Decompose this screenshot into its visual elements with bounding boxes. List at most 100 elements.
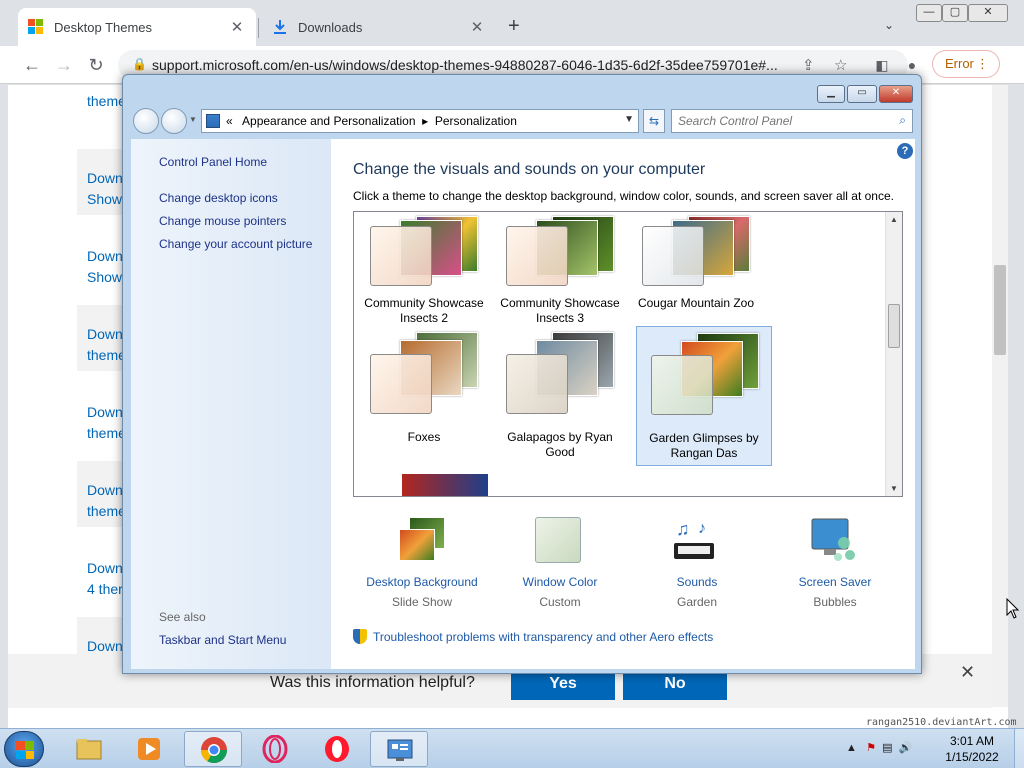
taskbar-media-player[interactable] [120, 731, 178, 767]
new-tab-button[interactable]: + [508, 16, 520, 36]
forward-icon[interactable]: → [52, 54, 76, 76]
page-link[interactable]: Show [87, 267, 122, 288]
troubleshoot-text: Troubleshoot problems with transparency … [373, 630, 714, 644]
watermark-text: rangan2510.deviantArt.com [866, 717, 1017, 728]
sounds-option[interactable]: ♫ ♪ Sounds Garden [632, 515, 762, 611]
back-button[interactable] [133, 108, 159, 134]
page-link[interactable]: theme [87, 91, 126, 112]
theme-partial-preview [402, 474, 488, 496]
close-tab-icon[interactable]: ✕ [228, 18, 246, 36]
address-bar[interactable]: « Appearance and Personalization ▸ Perso… [201, 109, 639, 133]
theme-preview [370, 212, 490, 286]
page-link[interactable]: Down [87, 558, 123, 579]
clock[interactable]: 3:01 AM 1/15/2022 [932, 733, 1012, 765]
page-link[interactable]: 4 ther [87, 579, 123, 600]
close-icon[interactable]: ✕ [960, 662, 975, 683]
search-box[interactable]: ⌕ [671, 109, 913, 133]
breadcrumb-personalization[interactable]: Personalization [435, 114, 517, 128]
scroll-down-icon[interactable]: ▼ [886, 484, 902, 493]
page-link[interactable]: Show [87, 189, 122, 210]
taskbar-opera-gx[interactable] [246, 731, 304, 767]
search-input[interactable] [678, 114, 888, 128]
page-link[interactable]: Down [87, 246, 123, 267]
breadcrumb: « Appearance and Personalization ▸ Perso… [226, 114, 517, 128]
tab-downloads[interactable]: Downloads ✕ [262, 8, 496, 46]
lock-icon: 🔒 [132, 57, 147, 71]
taskbar-explorer[interactable] [60, 731, 118, 767]
theme-preview [506, 212, 626, 286]
change-desktop-icons-link[interactable]: Change desktop icons [159, 191, 278, 205]
maximize-button[interactable]: ▢ [942, 4, 968, 22]
forward-button[interactable] [161, 108, 187, 134]
left-task-pane: Control Panel Home Change desktop icons … [131, 139, 331, 669]
recent-pages-icon[interactable]: ▼ [189, 115, 197, 124]
volume-icon[interactable]: 🔊 [899, 742, 913, 754]
theme-community-showcase-insects-2[interactable]: Community Showcase Insects 2 [356, 212, 492, 325]
opera-icon [323, 735, 351, 763]
change-account-picture-link[interactable]: Change your account picture [159, 237, 312, 251]
bookmark-star-icon[interactable]: ☆ [834, 56, 847, 74]
close-tab-icon[interactable]: ✕ [468, 18, 486, 36]
page-link[interactable]: Down [87, 168, 123, 189]
show-desktop-button[interactable] [1014, 729, 1024, 768]
page-link[interactable]: theme [87, 423, 126, 444]
start-button[interactable] [4, 731, 44, 767]
window-color-option[interactable]: Window Color Custom [495, 515, 625, 611]
window-color-icon [533, 517, 585, 565]
scroll-up-icon[interactable]: ▲ [886, 215, 902, 224]
page-scrollbar-thumb[interactable] [994, 265, 1006, 355]
action-center-icon[interactable]: ⚑ [866, 742, 876, 754]
page-link[interactable]: theme [87, 501, 126, 522]
minimize-button[interactable]: ▁ [817, 85, 845, 103]
breadcrumb-appearance[interactable]: Appearance and Personalization [242, 114, 415, 128]
theme-name: Community Showcase Insects 2 [364, 296, 484, 325]
close-window-button[interactable]: ✕ [879, 85, 913, 103]
back-icon[interactable]: ← [20, 54, 44, 76]
tab-search-icon[interactable]: ⌄ [884, 18, 894, 32]
taskbar-control-panel[interactable] [370, 731, 428, 767]
theme-foxes[interactable]: Foxes [356, 326, 492, 466]
feedback-question: Was this information helpful? [270, 674, 475, 691]
page-link[interactable]: theme [87, 345, 126, 366]
page-link[interactable]: Down [87, 402, 123, 423]
theme-galapagos[interactable]: Galapagos by Ryan Good [492, 326, 628, 466]
control-panel-home-link[interactable]: Control Panel Home [159, 155, 267, 169]
tab-title: Downloads [298, 19, 363, 35]
control-panel-icon [386, 736, 414, 764]
show-hidden-icons-icon[interactable]: ▲ [846, 742, 857, 754]
close-window-button[interactable]: ✕ [968, 4, 1008, 22]
screen-saver-option[interactable]: Screen Saver Bubbles [770, 515, 900, 611]
troubleshoot-link[interactable]: Troubleshoot problems with transparency … [353, 629, 713, 644]
taskbar-opera[interactable] [308, 731, 366, 767]
help-icon[interactable]: ? [897, 143, 913, 159]
error-button[interactable]: Error ⋮ [932, 50, 1000, 78]
change-mouse-pointers-link[interactable]: Change mouse pointers [159, 214, 286, 228]
profile-icon[interactable]: ● [900, 54, 924, 76]
option-label: Desktop Background [366, 575, 478, 589]
theme-garden-glimpses[interactable]: Garden Glimpses by Rangan Das [636, 326, 772, 466]
theme-cougar-mountain-zoo[interactable]: Cougar Mountain Zoo [628, 212, 764, 310]
maximize-button[interactable]: ▭ [847, 85, 877, 103]
theme-community-showcase-insects-3[interactable]: Community Showcase Insects 3 [492, 212, 628, 325]
search-icon[interactable]: ⌕ [899, 113, 906, 128]
taskbar-start-menu-link[interactable]: Taskbar and Start Menu [159, 633, 286, 647]
page-link[interactable]: Down [87, 480, 123, 501]
network-icon[interactable]: ▤ [882, 742, 892, 754]
option-label: Window Color [522, 575, 598, 589]
breadcrumb-overflow[interactable]: « [226, 114, 233, 128]
page-subtitle: Click a theme to change the desktop back… [353, 189, 894, 203]
refresh-button[interactable]: ⇆ [643, 109, 665, 133]
page-link[interactable]: Down [87, 324, 123, 345]
tab-desktop-themes[interactable]: Desktop Themes ✕ [18, 8, 256, 46]
reload-icon[interactable]: ↻ [84, 54, 108, 76]
taskbar-chrome[interactable] [184, 731, 242, 767]
side-panel-icon[interactable]: ◧ [870, 54, 894, 76]
theme-list-scrollbar-thumb[interactable] [888, 304, 900, 348]
theme-preview [651, 333, 771, 415]
share-icon[interactable]: ⇪ [802, 56, 815, 74]
minimize-button[interactable]: — [916, 4, 942, 22]
address-dropdown-icon[interactable]: ▼ [624, 114, 634, 125]
theme-list-scrollbar[interactable]: ▲ ▼ [885, 212, 902, 496]
opera-gx-icon [261, 734, 289, 764]
desktop-background-option[interactable]: Desktop Background Slide Show [357, 515, 487, 611]
